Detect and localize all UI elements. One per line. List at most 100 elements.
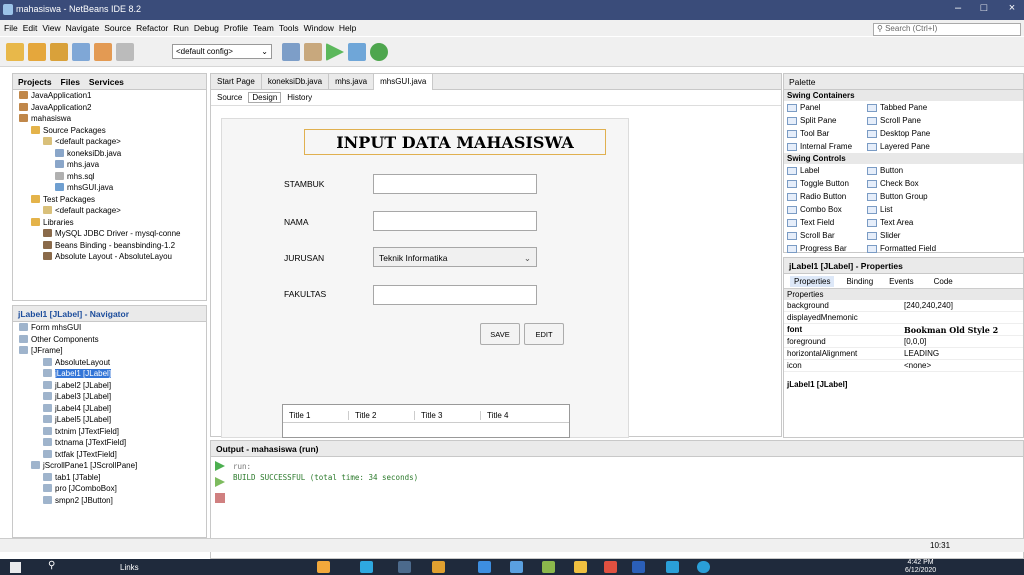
palette-item[interactable]: Tabbed Pane xyxy=(864,101,944,114)
fakultas-field[interactable] xyxy=(373,285,537,305)
save-button[interactable]: SAVE xyxy=(480,323,520,345)
project-tree-item[interactable]: JavaApplication1 xyxy=(15,90,206,102)
menu-team[interactable]: Team xyxy=(253,23,274,33)
palette-item[interactable]: Layered Pane xyxy=(864,140,944,153)
palette-item[interactable]: Progress Bar xyxy=(784,242,864,255)
menu-edit[interactable]: Edit xyxy=(23,23,38,33)
form-canvas[interactable]: INPUT DATA MAHASISWA STAMBUK NAMA JURUSA… xyxy=(221,118,629,438)
palette-item[interactable]: Button xyxy=(864,164,944,177)
tab-properties[interactable]: Properties xyxy=(790,275,835,287)
property-row[interactable]: icon <none> xyxy=(784,360,1023,372)
palette-item[interactable]: Text Field xyxy=(784,216,864,229)
project-tree-item[interactable]: MySQL JDBC Driver - mysql-conne xyxy=(15,228,206,240)
navigator-tree-item[interactable]: AbsoluteLayout xyxy=(15,357,206,369)
palette-item[interactable]: Scroll Bar xyxy=(784,229,864,242)
close-button[interactable]: × xyxy=(1004,2,1020,16)
taskbar-app-icon[interactable] xyxy=(666,561,679,573)
palette-item[interactable]: Toggle Button xyxy=(784,177,864,190)
navigator-tree-item[interactable]: txtfak [JTextField] xyxy=(15,449,206,461)
design-tab[interactable]: Design xyxy=(248,92,282,103)
palette-item[interactable]: Check Box xyxy=(864,177,944,190)
palette-item[interactable]: Radio Button xyxy=(784,190,864,203)
menu-profile[interactable]: Profile xyxy=(224,23,248,33)
property-value[interactable]: LEADING xyxy=(894,348,939,360)
navigator-tree-item[interactable]: jLabel5 [JLabel] xyxy=(15,414,206,426)
taskbar-app-icon[interactable] xyxy=(542,561,555,573)
navigator-tree-item[interactable]: txtnim [JTextField] xyxy=(15,426,206,438)
minimize-button[interactable]: – xyxy=(950,2,966,16)
property-row[interactable]: font Bookman Old Style 2 xyxy=(784,324,1023,336)
property-row[interactable]: background [240,240,240] xyxy=(784,300,1023,312)
open-project-icon[interactable] xyxy=(50,42,68,61)
taskbar-app-icon[interactable] xyxy=(510,561,523,573)
property-value[interactable]: [240,240,240] xyxy=(894,300,953,312)
nama-field[interactable] xyxy=(373,211,537,231)
windows-start-icon[interactable] xyxy=(10,562,21,573)
project-tree-item[interactable]: Libraries xyxy=(15,217,206,229)
navigator-tree-item[interactable]: tab1 [JTable] xyxy=(15,472,206,484)
property-row[interactable]: displayedMnemonic xyxy=(784,312,1023,324)
new-file-icon[interactable] xyxy=(6,42,24,61)
table-header[interactable]: Title 2 xyxy=(349,411,415,420)
profile-icon[interactable] xyxy=(370,43,388,61)
palette-item[interactable]: List xyxy=(864,203,944,216)
navigator-tree-item[interactable]: jLabel1 [JLabel] xyxy=(15,368,206,380)
project-tree-item[interactable]: JavaApplication2 xyxy=(15,102,206,114)
properties-title[interactable]: jLabel1 [JLabel] - Properties xyxy=(789,261,903,271)
palette-item[interactable]: Button Group xyxy=(864,190,944,203)
navigator-tree-item[interactable]: jScrollPane1 [JScrollPane] xyxy=(15,460,206,472)
palette-category[interactable]: Swing Controls xyxy=(784,153,1023,164)
source-tab[interactable]: Source xyxy=(217,93,242,102)
output-title[interactable]: Output - mahasiswa (run) xyxy=(216,444,318,454)
data-table[interactable]: Title 1 Title 2 Title 3 Title 4 xyxy=(282,404,570,438)
taskbar-app-icon[interactable] xyxy=(574,561,587,573)
search-icon[interactable]: ⚲ xyxy=(48,560,55,571)
clean-build-icon[interactable] xyxy=(304,43,322,61)
debug-icon[interactable] xyxy=(348,43,366,61)
palette-item[interactable]: Tool Bar xyxy=(784,127,864,140)
stop-icon[interactable] xyxy=(215,493,225,503)
project-tree-item[interactable]: <default package> xyxy=(15,205,206,217)
history-tab[interactable]: History xyxy=(287,93,312,102)
project-tree-item[interactable]: koneksiDb.java xyxy=(15,148,206,160)
navigator-tree-item[interactable]: [JFrame] xyxy=(15,345,206,357)
menu-navigate[interactable]: Navigate xyxy=(66,23,100,33)
palette-item[interactable]: Slider xyxy=(864,229,944,242)
taskbar-app-icon[interactable] xyxy=(632,561,645,573)
palette-category[interactable]: Swing Containers xyxy=(784,90,1023,101)
search-input[interactable]: ⚲ Search (Ctrl+I) xyxy=(873,23,1021,36)
tab-binding[interactable]: Binding xyxy=(846,277,873,286)
stambuk-field[interactable] xyxy=(373,174,537,194)
tab-projects[interactable]: Projects xyxy=(18,77,52,87)
navigator-tree-item[interactable]: Other Components xyxy=(15,334,206,346)
palette-item[interactable]: Desktop Pane xyxy=(864,127,944,140)
tab-koneksidb[interactable]: koneksiDb.java xyxy=(262,73,330,90)
project-tree-item[interactable]: mhs.sql xyxy=(15,171,206,183)
table-header[interactable]: Title 3 xyxy=(415,411,481,420)
navigator-tree-item[interactable]: smpn2 [JButton] xyxy=(15,495,206,507)
save-all-icon[interactable] xyxy=(72,42,90,61)
navigator-tree-item[interactable]: jLabel3 [JLabel] xyxy=(15,391,206,403)
project-tree-item[interactable]: Beans Binding - beansbinding-1.2 xyxy=(15,240,206,252)
menu-source[interactable]: Source xyxy=(104,23,131,33)
project-tree-item[interactable]: mhs.java xyxy=(15,159,206,171)
tab-events[interactable]: Events xyxy=(889,277,913,286)
project-tree-item[interactable]: <default package> xyxy=(15,136,206,148)
taskbar-app-icon[interactable] xyxy=(478,561,491,573)
tab-files[interactable]: Files xyxy=(61,77,80,87)
table-header[interactable]: Title 1 xyxy=(283,411,349,420)
properties-section[interactable]: Properties xyxy=(784,289,1023,300)
menu-refactor[interactable]: Refactor xyxy=(136,23,168,33)
jurusan-combobox[interactable]: Teknik Informatika ⌄ xyxy=(373,247,537,267)
clock[interactable]: 4:42 PM 6/12/2020 xyxy=(905,559,936,575)
project-tree-item[interactable]: Test Packages xyxy=(15,194,206,206)
property-value[interactable]: <none> xyxy=(894,360,931,372)
property-row[interactable]: foreground [0,0,0] xyxy=(784,336,1023,348)
project-tree-item[interactable]: Source Packages xyxy=(15,125,206,137)
menu-tools[interactable]: Tools xyxy=(279,23,299,33)
run-icon[interactable] xyxy=(326,43,344,61)
tab-services[interactable]: Services xyxy=(89,77,124,87)
run-again-icon[interactable] xyxy=(215,477,225,487)
palette-item[interactable]: Panel xyxy=(784,101,864,114)
menu-window[interactable]: Window xyxy=(304,23,334,33)
